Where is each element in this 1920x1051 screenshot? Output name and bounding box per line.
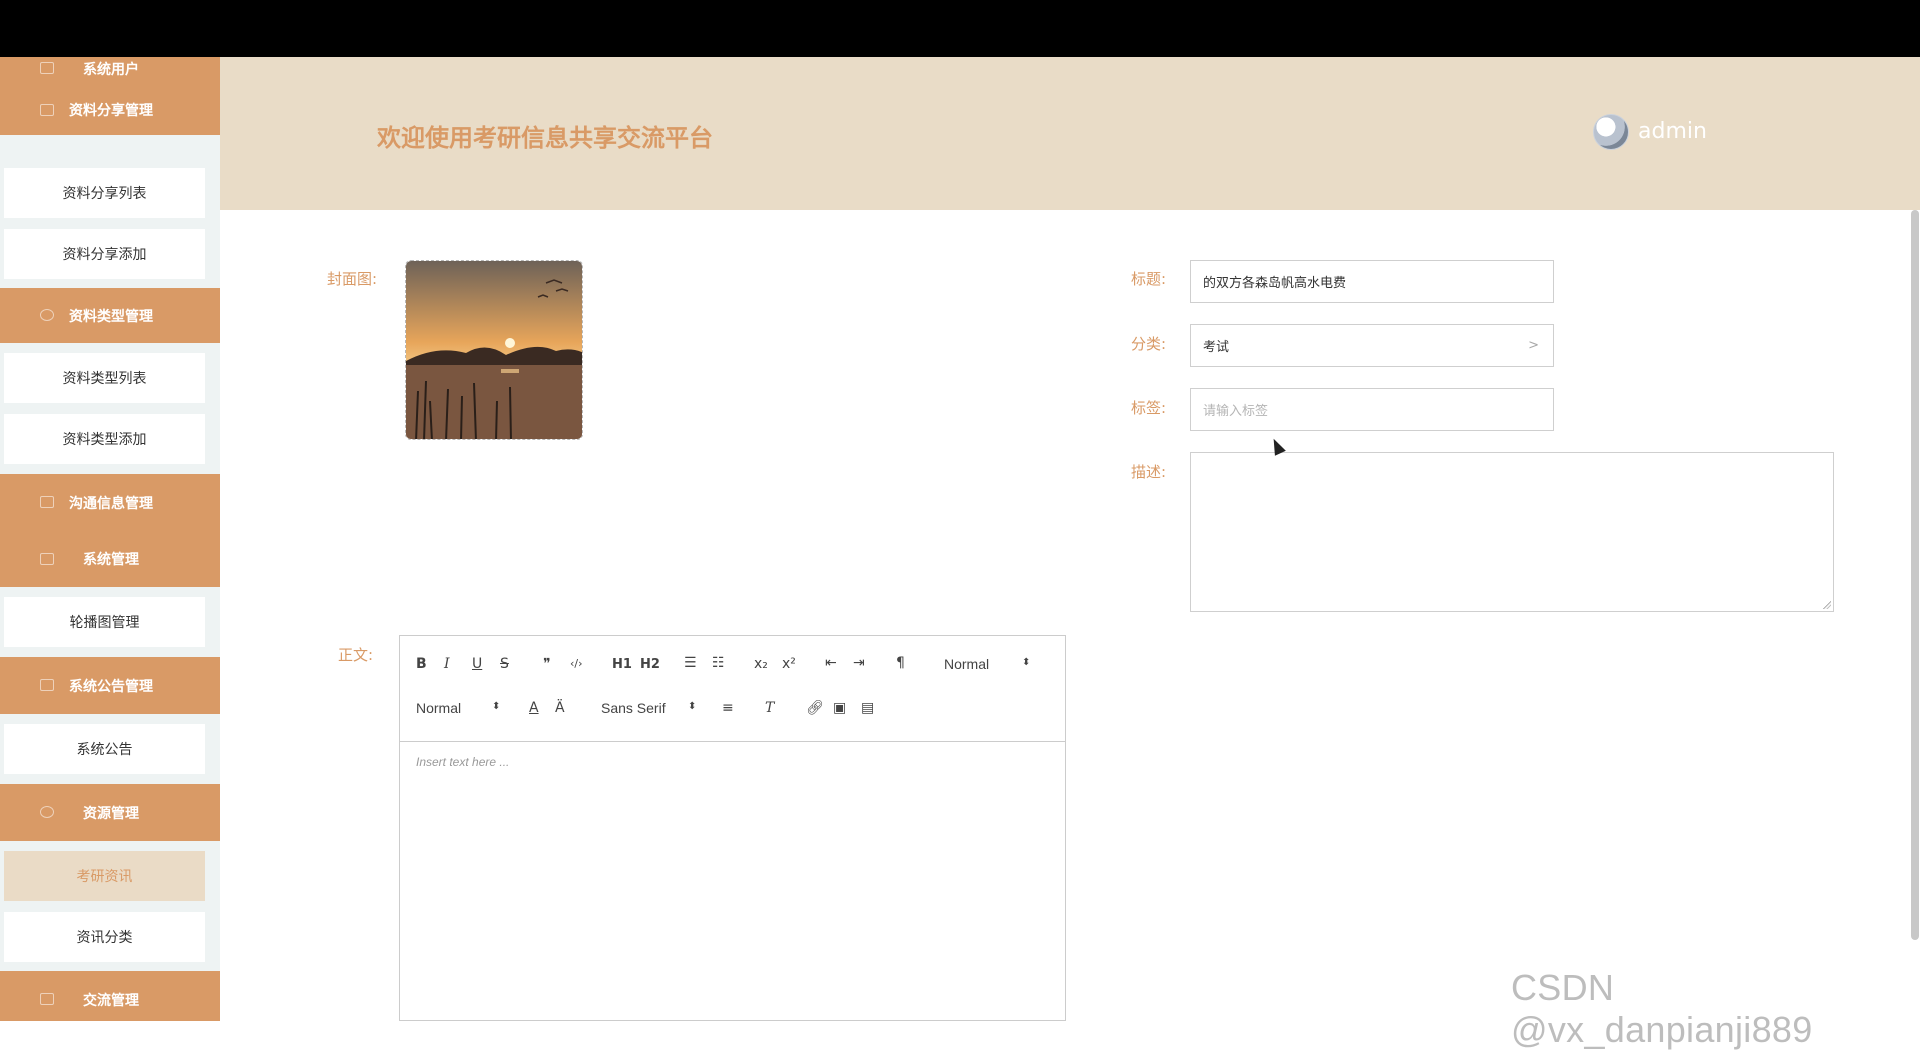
bold-button[interactable]: B	[416, 656, 427, 672]
indent-icon[interactable]: ⇥	[853, 655, 865, 671]
top-black-bar	[0, 0, 1920, 57]
blockquote-icon[interactable]: ❞	[543, 656, 551, 672]
select-arrows-icon: ⬍	[688, 701, 697, 712]
sidebar-item-material-type-add[interactable]: 资料类型添加	[4, 414, 205, 464]
category-select-value: 考试	[1203, 340, 1230, 355]
body-label: 正文:	[338, 646, 374, 664]
underline-button[interactable]: U	[472, 656, 482, 672]
sidebar-group-resources[interactable]: 资源管理	[0, 784, 220, 841]
chevron-right-icon: >	[1528, 338, 1539, 353]
editor-placeholder[interactable]: Insert text here ...	[416, 755, 509, 769]
sidebar-item-label: 资料分享添加	[62, 247, 147, 263]
code-icon[interactable]: ‹/›	[570, 657, 583, 670]
link-icon[interactable]: 🔗︎	[806, 700, 824, 716]
sidebar-item-exam-news[interactable]: 考研资讯	[4, 851, 205, 901]
sidebar-group-communication[interactable]: 沟通信息管理	[0, 474, 220, 531]
image-icon[interactable]: ▣	[833, 700, 846, 716]
strike-button[interactable]: S	[500, 656, 509, 672]
page-title: 欢迎使用考研信息共享交流平台	[377, 124, 713, 152]
font-select-value: Sans Serif	[601, 700, 666, 716]
ordered-list-icon[interactable]: ☰	[684, 655, 697, 671]
sidebar-group-label: 沟通信息管理	[69, 495, 153, 512]
sidebar-group-material-share[interactable]: 资料分享管理	[0, 85, 220, 135]
sidebar-item-label: 系统公告	[76, 742, 133, 758]
edit-icon	[40, 679, 54, 691]
sidebar-group-system-users[interactable]: 系统用户	[0, 57, 220, 85]
title-input[interactable]: 的双方各森岛帆高水电费	[1190, 260, 1554, 303]
header1-button[interactable]: H1	[612, 657, 632, 672]
page-header: 欢迎使用考研信息共享交流平台 admin	[220, 57, 1920, 210]
sidebar: 系统用户 资料分享管理 资料分享列表 资料分享添加 资料类型管理 资料类型列表 …	[0, 57, 220, 1021]
tags-input[interactable]: 请输入标签	[1190, 388, 1554, 431]
title-label: 标题:	[1131, 270, 1167, 288]
rich-text-editor: B I U S ❞ ‹/› H1 H2 ☰ ☷ x₂ x² ⇤ ⇥ ¶ Norm…	[399, 635, 1066, 1021]
tags-input-placeholder: 请输入标签	[1203, 404, 1269, 419]
sidebar-group-label: 系统管理	[83, 552, 139, 568]
cover-image[interactable]	[405, 260, 583, 440]
outdent-icon[interactable]: ⇤	[825, 655, 837, 671]
rtl-direction-icon[interactable]: ¶	[896, 655, 905, 671]
font-select[interactable]: Sans Serif ⬍	[601, 700, 701, 716]
sidebar-group-label: 交流管理	[83, 992, 139, 1009]
header-select-value: Normal	[944, 656, 990, 672]
sidebar-item-label: 轮播图管理	[69, 615, 140, 631]
sidebar-item-label: 考研资讯	[76, 869, 133, 885]
cover-landscape-image	[406, 261, 582, 439]
background-color-icon[interactable]: Ä	[555, 700, 565, 716]
username[interactable]: admin	[1638, 119, 1707, 144]
sidebar-item-material-share-list[interactable]: 资料分享列表	[4, 168, 205, 218]
sidebar-item-material-type-list[interactable]: 资料类型列表	[4, 353, 205, 403]
heart-icon	[40, 309, 54, 321]
superscript-button[interactable]: x²	[782, 656, 796, 672]
italic-button[interactable]: I	[444, 656, 450, 672]
cover-label: 封面图:	[327, 270, 378, 288]
sidebar-group-label: 资料分享管理	[69, 103, 153, 119]
chart-icon	[40, 993, 54, 1005]
select-arrows-icon: ⬍	[492, 701, 501, 712]
scrollbar[interactable]	[1911, 210, 1919, 940]
video-icon[interactable]: ▤	[861, 700, 874, 716]
heart-icon	[40, 806, 54, 818]
watermark: CSDN @vx_danpianji889	[1511, 967, 1813, 1050]
size-select[interactable]: Normal ⬍	[416, 700, 506, 716]
sidebar-group-announcement[interactable]: 系统公告管理	[0, 657, 220, 714]
sidebar-item-label: 资料类型列表	[62, 371, 147, 387]
sidebar-group-exchange[interactable]: 交流管理	[0, 971, 220, 1021]
sidebar-item-material-share-add[interactable]: 资料分享添加	[4, 229, 205, 279]
sidebar-item-label: 资料类型添加	[62, 432, 147, 448]
font-color-icon[interactable]: A	[529, 700, 539, 716]
sidebar-item-label: 资料分享列表	[62, 186, 147, 202]
category-label: 分类:	[1131, 335, 1167, 353]
clear-format-icon[interactable]: T	[765, 700, 774, 716]
chart-icon	[40, 104, 54, 116]
sidebar-item-label: 资讯分类	[76, 930, 133, 946]
align-icon[interactable]: ≡	[722, 700, 734, 716]
subscript-button[interactable]: x₂	[754, 656, 768, 672]
resize-grip-icon[interactable]	[1823, 601, 1831, 609]
category-select[interactable]: 考试 >	[1190, 324, 1554, 367]
sidebar-item-announcement[interactable]: 系统公告	[4, 724, 205, 774]
sidebar-item-news-category[interactable]: 资讯分类	[4, 912, 205, 962]
tags-label: 标签:	[1131, 399, 1167, 417]
header-select[interactable]: Normal ⬍	[944, 656, 1034, 672]
edit-icon	[40, 496, 54, 508]
size-select-value: Normal	[416, 700, 462, 716]
header2-button[interactable]: H2	[640, 657, 660, 672]
avatar[interactable]	[1593, 114, 1629, 150]
sidebar-group-label: 系统公告管理	[69, 678, 153, 695]
editor-toolbar: B I U S ❞ ‹/› H1 H2 ☰ ☷ x₂ x² ⇤ ⇥ ¶ Norm…	[400, 636, 1065, 742]
title-input-value: 的双方各森岛帆高水电费	[1203, 276, 1347, 291]
bullet-list-icon[interactable]: ☷	[712, 655, 725, 671]
sidebar-group-label: 资源管理	[83, 805, 139, 822]
sidebar-item-carousel[interactable]: 轮播图管理	[4, 597, 205, 647]
description-textarea[interactable]	[1190, 452, 1834, 612]
sidebar-group-material-type[interactable]: 资料类型管理	[0, 288, 220, 343]
select-arrows-icon: ⬍	[1022, 657, 1031, 668]
chart-icon	[40, 553, 54, 565]
description-label: 描述:	[1131, 463, 1167, 481]
sidebar-group-system[interactable]: 系统管理	[0, 531, 220, 587]
user-icon	[40, 62, 54, 74]
sidebar-group-label: 系统用户	[83, 61, 139, 78]
sidebar-group-label: 资料类型管理	[69, 308, 153, 325]
